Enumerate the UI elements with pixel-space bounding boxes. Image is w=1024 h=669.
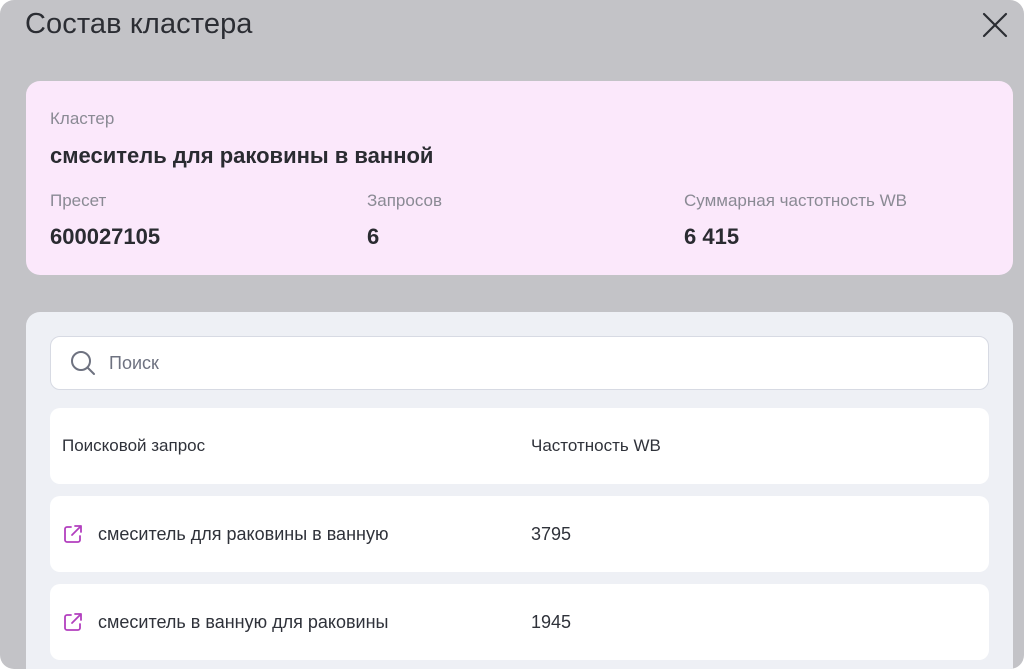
table-row: смеситель в ванную для раковины 1945	[50, 584, 989, 660]
queries-value: 6	[367, 224, 380, 249]
cluster-modal: Состав кластера Кластер смеситель для ра…	[0, 0, 1024, 669]
search-field[interactable]	[50, 336, 989, 390]
preset-label: Пресет	[50, 191, 107, 210]
queries-label: Запросов	[367, 191, 443, 210]
table-row: смеситель для раковины в ванную 3795	[50, 496, 989, 572]
frequency-value: 1945	[531, 611, 572, 632]
close-button[interactable]	[978, 8, 1012, 42]
query-text: смеситель для раковины в ванную	[98, 523, 389, 544]
external-link-icon[interactable]	[62, 611, 84, 633]
search-input[interactable]	[109, 352, 969, 374]
frequency-value: 3795	[531, 523, 572, 544]
search-icon	[69, 348, 99, 378]
column-header-query[interactable]: Поисковой запрос	[62, 408, 205, 484]
query-text: смеситель в ванную для раковины	[98, 611, 389, 632]
cluster-name: смеситель для раковины в ванной	[50, 143, 434, 168]
column-header-frequency[interactable]: Частотность WB	[531, 408, 661, 484]
table-header-row: Поисковой запрос Частотность WB	[50, 408, 989, 484]
queries-panel: Поисковой запрос Частотность WB смесител…	[26, 312, 1013, 669]
total-frequency-value: 6 415	[684, 224, 740, 249]
cluster-info-card: Кластер смеситель для раковины в ванной …	[26, 81, 1013, 275]
preset-value: 600027105	[50, 224, 161, 249]
close-icon	[982, 12, 1008, 38]
total-frequency-label: Суммарная частотность WB	[684, 191, 908, 210]
external-link-icon[interactable]	[62, 523, 84, 545]
cluster-label: Кластер	[50, 109, 115, 128]
modal-title: Состав кластера	[25, 8, 253, 40]
